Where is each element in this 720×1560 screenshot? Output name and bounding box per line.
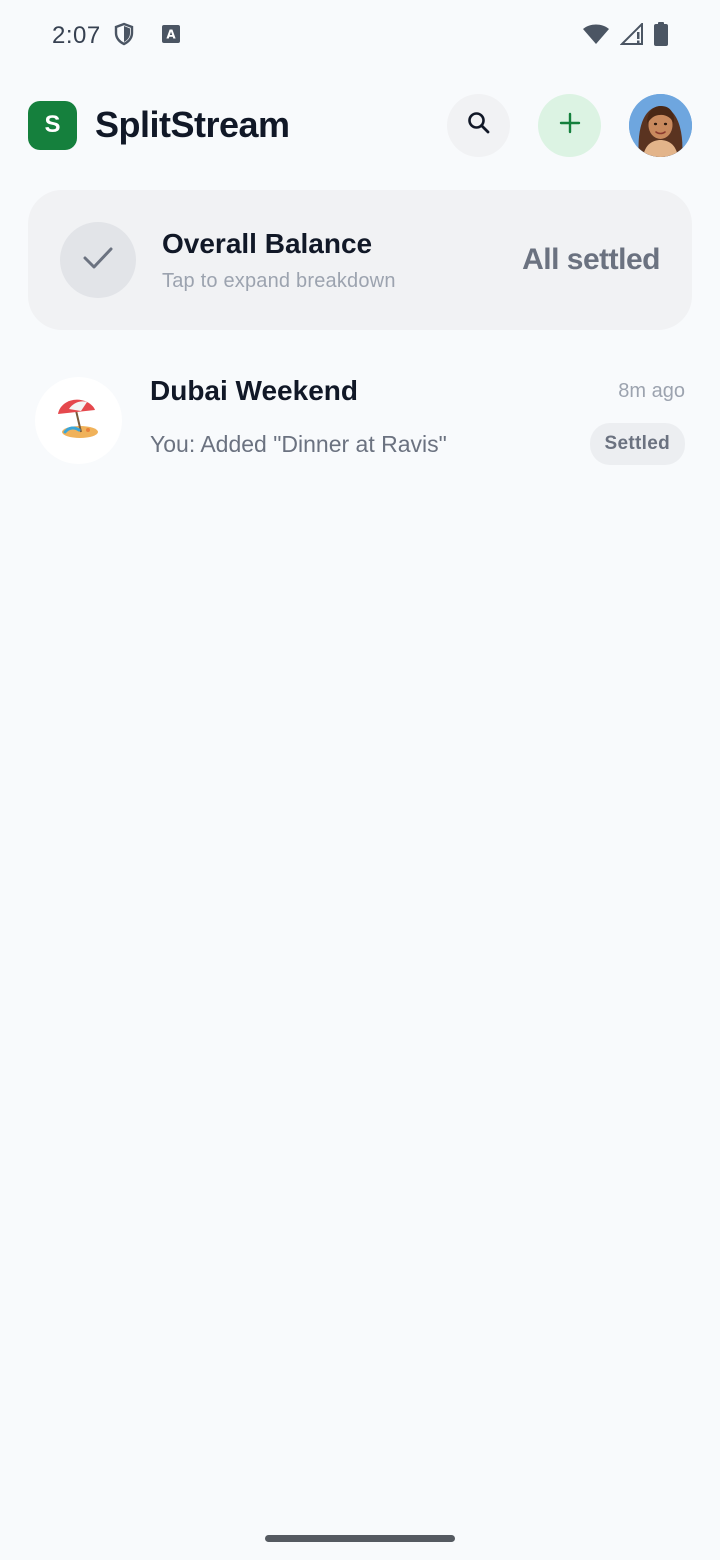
shield-icon [113, 22, 135, 51]
search-icon [466, 110, 492, 141]
plus-icon [558, 111, 582, 140]
screen: 2:07 A S SplitStream Overall Balance Tap… [0, 0, 720, 1560]
search-button[interactable] [447, 93, 510, 157]
group-time: 8m ago [618, 379, 685, 402]
settled-badge: Settled [589, 423, 685, 465]
settled-check-circle [60, 222, 136, 298]
wifi-icon [582, 23, 610, 50]
add-button[interactable] [538, 93, 601, 157]
battery-icon [654, 21, 668, 51]
check-icon [82, 245, 114, 276]
group-list-item[interactable]: Dubai Weekend 8m ago You: Added "Dinner … [35, 372, 685, 468]
signal-icon [619, 21, 644, 50]
group-name: Dubai Weekend [150, 375, 358, 406]
text-a-icon: A [161, 24, 181, 49]
balance-subtitle: Tap to expand breakdown [162, 269, 396, 292]
user-avatar[interactable] [629, 93, 692, 157]
overall-balance-card[interactable]: Overall Balance Tap to expand breakdown … [28, 190, 692, 330]
beach-umbrella-icon [55, 394, 103, 447]
app-logo: S [28, 100, 77, 150]
group-avatar [35, 376, 122, 464]
gesture-nav-handle[interactable] [265, 1535, 455, 1542]
status-time: 2:07 [52, 22, 101, 49]
balance-status: All settled [522, 243, 660, 276]
brand: S SplitStream [28, 100, 290, 150]
svg-text:A: A [166, 27, 176, 41]
status-bar: 2:07 A [0, 0, 720, 72]
group-last-activity: You: Added "Dinner at Ravis" [150, 430, 447, 457]
app-header: S SplitStream [28, 92, 692, 158]
app-title: SplitStream [95, 104, 290, 145]
balance-title: Overall Balance [162, 227, 373, 259]
